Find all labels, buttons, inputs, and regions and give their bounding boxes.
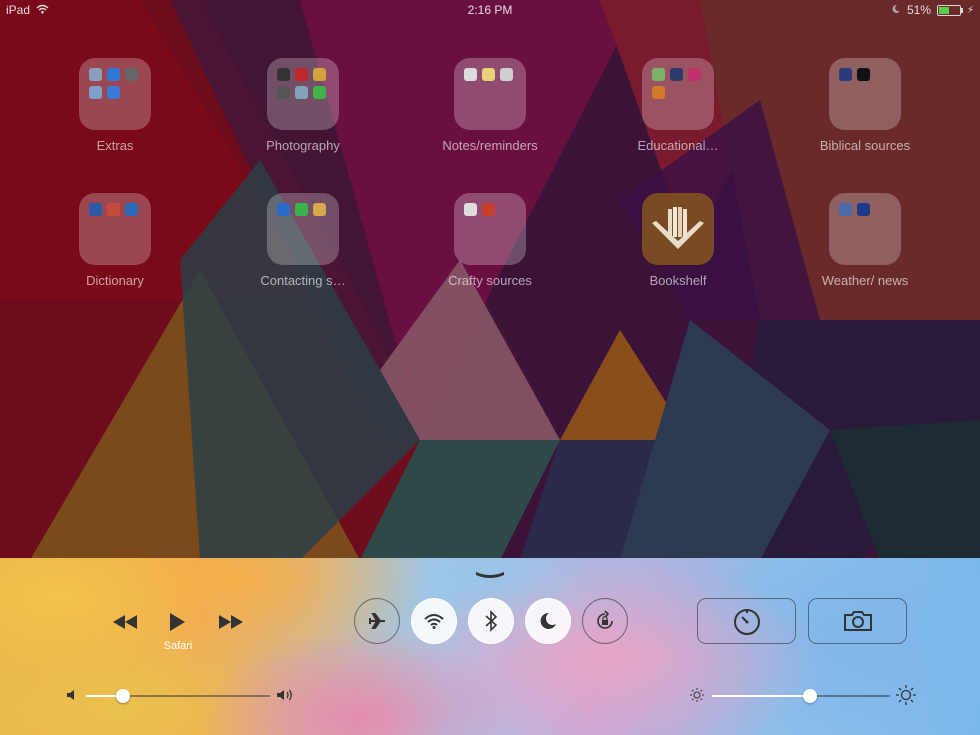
timer-button[interactable]	[697, 598, 796, 644]
moon-icon	[540, 612, 556, 629]
folder-icon	[267, 58, 339, 130]
wifi-icon	[424, 614, 444, 629]
rewind-button[interactable]	[110, 610, 140, 634]
rotation-lock-icon	[597, 610, 613, 629]
brightness-low-icon	[688, 687, 706, 703]
folder-weather-news[interactable]: Weather/ news	[805, 193, 925, 288]
folder-icon	[79, 193, 151, 265]
play-icon	[170, 613, 185, 631]
volume-slider[interactable]	[86, 695, 270, 697]
folder-notes-reminders[interactable]: Notes/reminders	[430, 58, 550, 153]
battery-percent: 51%	[906, 3, 931, 17]
folder-educational[interactable]: Educational…	[618, 58, 738, 153]
clock: 2:16 PM	[467, 3, 513, 17]
rewind-icon	[113, 615, 137, 629]
folder-label: Dictionary	[86, 273, 144, 288]
folder-biblical-sources[interactable]: Biblical sources	[805, 58, 925, 153]
fast-forward-icon	[219, 615, 243, 629]
folder-photography[interactable]: Photography	[243, 58, 363, 153]
wifi-toggle[interactable]	[411, 598, 457, 644]
brightness-high-icon	[895, 684, 917, 706]
folder-icon	[829, 58, 901, 130]
folder-extras[interactable]: Extras	[55, 58, 175, 153]
folder-dictionary[interactable]: Dictionary	[55, 193, 175, 288]
folder-label: Biblical sources	[819, 138, 911, 153]
timer-icon	[733, 609, 760, 635]
folder-label: Photography	[266, 138, 340, 153]
status-bar: iPad 2:16 PM 51% ⚡︎	[0, 0, 980, 20]
now-playing-app[interactable]: Safari	[140, 640, 216, 652]
folder-label: Educational…	[637, 138, 719, 153]
bluetooth-icon	[485, 610, 498, 632]
folder-label: Weather/ news	[821, 273, 909, 288]
camera-icon	[843, 611, 872, 631]
play-button[interactable]	[164, 608, 190, 636]
control-center: Safari	[0, 558, 980, 735]
folder-icon	[267, 193, 339, 265]
volume-high-icon	[275, 687, 297, 703]
battery-icon	[936, 4, 963, 16]
folder-label: Extras	[96, 138, 134, 153]
folder-icon	[454, 193, 526, 265]
volume-slider-thumb[interactable]	[116, 689, 130, 703]
airplane-mode-toggle[interactable]	[354, 598, 400, 644]
brightness-slider-thumb[interactable]	[803, 689, 817, 703]
folder-icon	[829, 193, 901, 265]
folder-label: Notes/reminders	[442, 138, 538, 153]
moon-icon	[891, 3, 901, 17]
volume-low-icon	[64, 688, 80, 702]
fast-forward-button[interactable]	[216, 610, 246, 634]
rotation-lock-toggle[interactable]	[582, 598, 628, 644]
folder-icon	[454, 58, 526, 130]
do-not-disturb-toggle[interactable]	[525, 598, 571, 644]
folder-icon	[79, 58, 151, 130]
app-bookshelf[interactable]: Bookshelf	[618, 193, 738, 288]
folder-crafty-sources[interactable]: Crafty sources	[430, 193, 550, 288]
folder-contacting[interactable]: Contacting s…	[243, 193, 363, 288]
folder-icon	[642, 58, 714, 130]
bluetooth-toggle[interactable]	[468, 598, 514, 644]
charging-icon: ⚡︎	[966, 4, 974, 16]
brightness-slider[interactable]	[712, 695, 890, 697]
folder-label: Crafty sources	[448, 273, 532, 288]
bookshelf-icon	[642, 193, 714, 265]
grabber-handle[interactable]	[474, 568, 506, 580]
app-label: Bookshelf	[649, 273, 707, 288]
camera-button[interactable]	[808, 598, 907, 644]
airplane-icon	[369, 613, 385, 629]
folder-label: Contacting s…	[260, 273, 346, 288]
